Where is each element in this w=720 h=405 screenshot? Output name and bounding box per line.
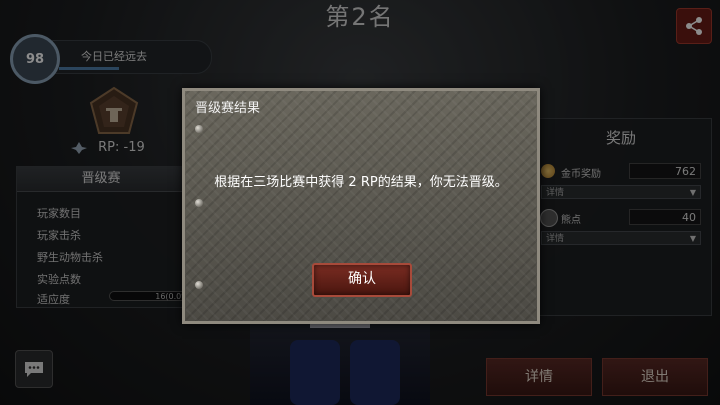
rivet-decoration: [195, 125, 203, 133]
rivet-decoration: [195, 281, 203, 289]
promotion-result-dialog: 晋级赛结果 根据在三场比赛中获得 2 RP的结果，你无法晋级。 确认: [182, 88, 540, 324]
dialog-title: 晋级赛结果: [195, 101, 261, 116]
confirm-button[interactable]: 确认: [312, 263, 412, 297]
dialog-message: 根据在三场比赛中获得 2 RP的结果，你无法晋级。: [214, 175, 508, 190]
rivet-decoration: [195, 199, 203, 207]
